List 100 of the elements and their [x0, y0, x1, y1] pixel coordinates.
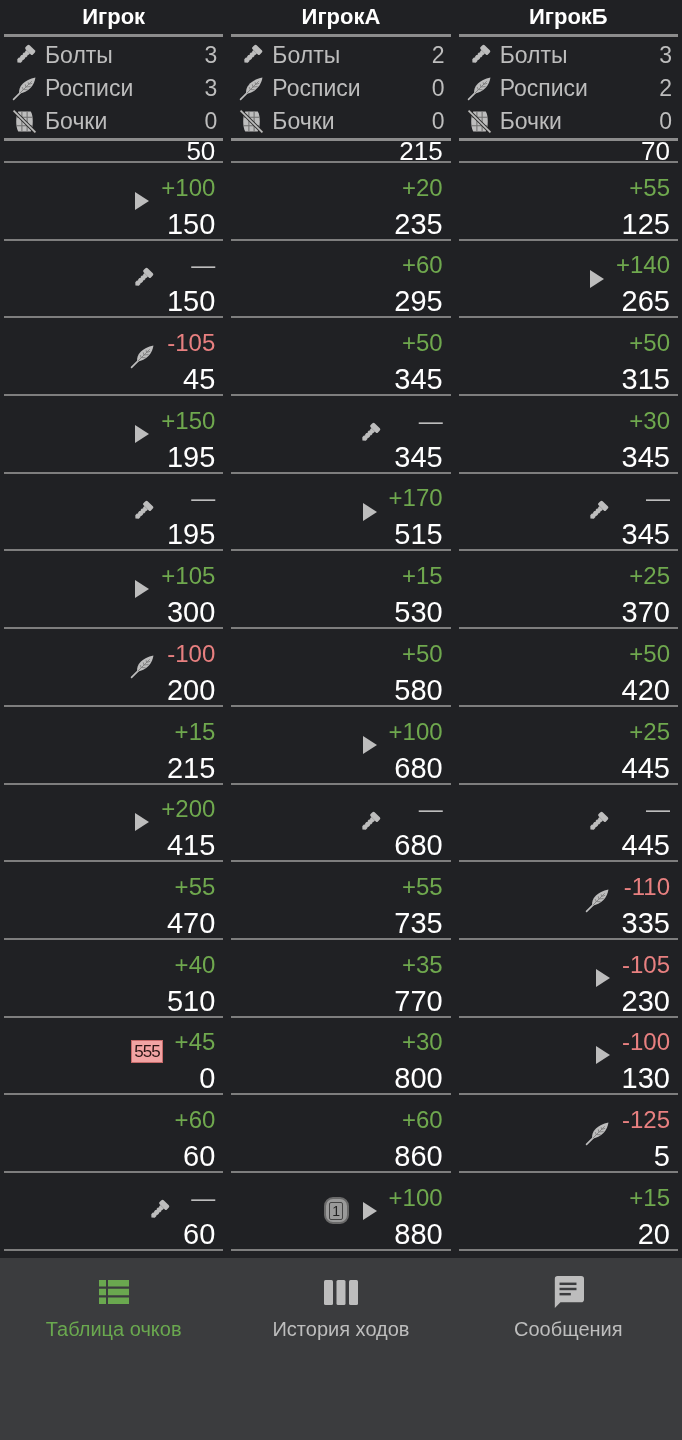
score-total: 130	[621, 1063, 670, 1094]
score-total: 415	[166, 830, 216, 861]
score-change: -110	[623, 872, 670, 901]
score-total: 800	[394, 1063, 443, 1094]
score-total: 200	[166, 674, 216, 705]
score-total: 735	[394, 907, 443, 938]
score-total: 150	[166, 208, 216, 239]
stat-value: 3	[204, 44, 218, 67]
nav-tab[interactable]: История ходов	[266, 1258, 416, 1345]
score-total: 370	[621, 597, 670, 628]
score-change: —	[418, 795, 443, 824]
score-total: 70	[641, 141, 670, 161]
stat-label: Болты	[272, 44, 341, 67]
crossed-barrel-icon	[239, 109, 265, 134]
barrel-badge: 1	[323, 1197, 349, 1225]
player-name: ИгрокБ	[528, 6, 608, 28]
score-change: +55	[174, 872, 216, 901]
score-total: 230	[621, 985, 670, 1016]
feather-icon	[584, 887, 610, 913]
score-change: +50	[401, 639, 443, 668]
stat-value: 0	[204, 110, 218, 133]
score-change: +35	[401, 950, 443, 979]
score-change: —	[646, 795, 670, 824]
crossed-barrel-icon	[466, 109, 492, 134]
score-total: 315	[621, 364, 670, 395]
score-total: 265	[621, 286, 670, 317]
score-change: +25	[629, 717, 670, 746]
score-change: +25	[629, 562, 670, 591]
score-change: -105	[167, 329, 216, 358]
stat-value: 0	[431, 110, 445, 133]
score-total: 125	[621, 208, 670, 239]
score-total: 300	[166, 597, 216, 628]
play-icon	[135, 813, 150, 832]
score-total: 45	[183, 364, 216, 395]
stat-value: 3	[204, 77, 218, 100]
stat-value: 0	[659, 110, 672, 133]
score-change: +50	[401, 329, 443, 358]
score-change: +140	[615, 251, 670, 280]
score-change: +55	[401, 872, 443, 901]
score-change: -100	[167, 639, 216, 668]
score-change: +100	[388, 1183, 443, 1212]
score-total: 680	[394, 830, 443, 861]
nav-tab[interactable]: Сообщения	[508, 1258, 629, 1345]
player-name: ИгрокА	[301, 6, 381, 28]
score-change: -105	[621, 950, 670, 979]
score-total: 295	[394, 286, 443, 317]
score-change: +45	[174, 1028, 216, 1057]
score-change: +60	[401, 1105, 443, 1134]
score-total: 215	[166, 752, 216, 783]
score-total: 345	[621, 441, 670, 472]
play-icon	[135, 424, 150, 443]
score-change: +170	[388, 484, 443, 513]
score-total: 420	[621, 674, 670, 705]
score-total: 60	[183, 1140, 216, 1171]
stat-label: Болты	[45, 44, 113, 67]
feather-icon	[584, 1120, 610, 1146]
score-total: 0	[199, 1063, 216, 1094]
message-icon	[552, 1276, 585, 1308]
score-total: 195	[166, 441, 216, 472]
score-total: 880	[394, 1218, 443, 1249]
score-change: +15	[174, 717, 216, 746]
feather-icon	[466, 76, 492, 101]
stat-value: 3	[659, 44, 672, 67]
play-icon	[595, 968, 610, 987]
score-change: +15	[629, 1183, 670, 1212]
stat-value: 2	[431, 44, 445, 67]
score-total: 50	[186, 141, 216, 161]
score-change: —	[646, 484, 670, 513]
stat-label: Росписи	[272, 77, 361, 100]
score-total: 580	[394, 674, 443, 705]
play-icon	[362, 1201, 377, 1220]
score-change: +60	[401, 251, 443, 280]
crossed-barrel-icon	[12, 109, 37, 134]
score-change: -125	[621, 1105, 670, 1134]
score-change: +100	[388, 717, 443, 746]
stat-label: Росписи	[499, 77, 588, 100]
number-tag: 555	[131, 1039, 163, 1063]
stat-label: Росписи	[45, 77, 134, 100]
stat-label: Болты	[499, 44, 568, 67]
list-icon	[98, 1280, 129, 1304]
score-total: 515	[394, 519, 443, 550]
nav-tab[interactable]: Таблица очков	[39, 1258, 188, 1345]
score-change: +50	[629, 329, 670, 358]
feather-icon	[239, 76, 265, 101]
score-total: 770	[394, 985, 443, 1016]
score-change: +105	[161, 562, 216, 591]
play-icon	[589, 269, 604, 288]
stat-label: Бочки	[499, 110, 562, 133]
score-change: +50	[629, 639, 670, 668]
score-change: +30	[401, 1028, 443, 1057]
score-change: —	[418, 406, 443, 435]
columns-icon	[324, 1279, 358, 1305]
stat-value: 0	[431, 77, 445, 100]
score-total: 335	[621, 907, 670, 938]
score-change: —	[191, 251, 216, 280]
score-total: 60	[183, 1218, 216, 1249]
stat-label: Бочки	[45, 110, 108, 133]
score-change: +40	[174, 950, 216, 979]
score-total: 470	[166, 907, 216, 938]
score-total: 860	[394, 1140, 443, 1171]
